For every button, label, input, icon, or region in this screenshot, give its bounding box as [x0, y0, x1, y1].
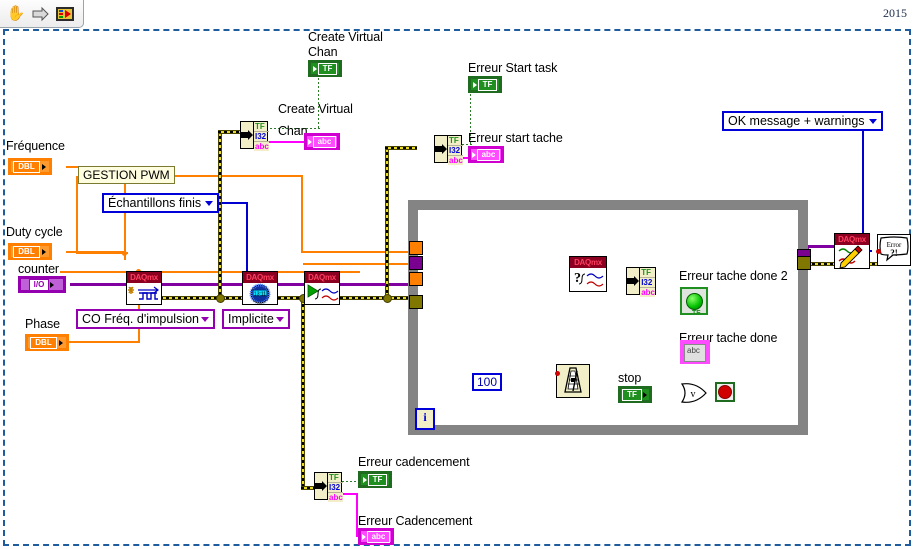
duty-cycle-label: Duty cycle [6, 225, 63, 239]
wire-task-3 [340, 283, 414, 286]
wire-gestion-v2 [301, 175, 303, 253]
hand-tool-icon[interactable]: ✋ [5, 3, 27, 25]
create-virtual-chan-str-label-1: Create Virtual [278, 102, 353, 116]
wire-error-down [301, 298, 305, 488]
wire-error-up-2 [385, 146, 389, 298]
ok-message-warnings-enum[interactable]: OK message + warnings [722, 111, 883, 131]
wire-counter-h [70, 283, 130, 286]
unbundle-arrow-icon [627, 268, 640, 294]
daqmx-timing-node[interactable]: DAQmx 13:11 [242, 271, 278, 305]
labview-block-diagram-window: ✋ 2015 i Fréquence DBL Duty cycle DBL co… [0, 0, 915, 549]
wire-echantillons-v [246, 202, 248, 274]
toolbar: ✋ [0, 0, 84, 28]
unbundle-tache-done[interactable]: TF I32 abc [626, 267, 656, 297]
erreur-cadencement-bool-indicator[interactable]: TF [358, 471, 392, 488]
unbundle-start-task[interactable]: TF I32 abc [434, 135, 463, 165]
wire-junction-err-2 [383, 294, 392, 303]
stop-label: stop [618, 371, 642, 385]
loop-tunnel-orange-2[interactable] [409, 272, 423, 286]
erreur-cadencement-str-indicator[interactable]: abc [358, 528, 394, 545]
wire-gestion-h3 [301, 251, 413, 253]
duty-cycle-terminal[interactable]: DBL [8, 243, 52, 260]
stop-terminal[interactable]: TF [618, 386, 652, 403]
svg-text:13:11: 13:11 [254, 292, 266, 298]
erreur-start-tache-indicator[interactable]: abc [468, 146, 504, 163]
loop-tunnel-orange-1[interactable] [409, 241, 423, 255]
wire-duty-h [66, 251, 126, 253]
wire-error-down-h [301, 486, 315, 490]
loop-conditional-terminal[interactable] [715, 382, 735, 402]
or-gate-node[interactable]: v [680, 382, 708, 403]
counter-label: counter [18, 262, 59, 276]
phase-terminal[interactable]: DBL [25, 334, 69, 351]
erreur-cadencement-str-label: Erreur Cadencement [358, 514, 473, 528]
erreur-tache-done-value: abc [684, 344, 706, 362]
unbundle-arrow-icon [435, 136, 447, 162]
implicite-enum[interactable]: Implicite [222, 309, 290, 329]
wire-str-cvc [266, 141, 304, 143]
led-indicator-dot [685, 292, 703, 310]
run-arrow-icon[interactable] [30, 3, 52, 25]
loop-tunnel-task[interactable] [409, 256, 423, 270]
wire-phase-h [60, 341, 140, 343]
svg-text:v: v [691, 389, 696, 400]
co-freq-impulsion-enum[interactable]: CO Fréq. d'impulsion [76, 309, 216, 329]
echantillons-finis-enum[interactable]: Échantillons finis [102, 193, 220, 213]
unbundle-cadencement[interactable]: TF I32 abc [314, 472, 343, 502]
daqmx-start-task-node[interactable]: DAQmx [304, 271, 340, 305]
daqmx-create-virtual-channel-node[interactable]: DAQmx [126, 271, 162, 305]
daqmx-is-task-done-node[interactable]: DAQmx ? [569, 256, 607, 292]
wait-ms-constant[interactable]: 100 [472, 373, 503, 391]
create-virtual-chan-bool-label-2: Chan [308, 45, 338, 59]
loop-iteration-terminal: i [415, 408, 435, 430]
wire-orange-rail-2 [303, 263, 413, 265]
erreur-start-tache-label: Erreur start tache [468, 131, 563, 145]
frequence-terminal[interactable]: DBL [8, 158, 52, 175]
create-virtual-chan-str-indicator[interactable]: abc [304, 133, 340, 150]
wire-task-2 [278, 283, 306, 286]
wait-input-dot [555, 371, 560, 376]
wire-task-1 [160, 283, 248, 286]
create-virtual-chan-bool-indicator[interactable]: TF [308, 60, 342, 77]
labview-version-label: 2015 [883, 6, 907, 20]
wire-gestion-h2 [163, 175, 303, 177]
wire-task-clear [806, 245, 834, 248]
daqmx-clear-task-node[interactable]: DAQmx [834, 233, 870, 269]
erreur-tache-done-indicator[interactable]: abc [680, 340, 710, 364]
gestion-pwm-constant[interactable]: GESTION PWM [78, 166, 175, 184]
phase-label: Phase [25, 317, 60, 331]
erreur-tache-done-2-type: TF [692, 310, 701, 317]
erreur-start-task-indicator[interactable]: TF [468, 76, 502, 93]
wait-until-next-ms-node[interactable] [555, 364, 590, 398]
wire-error-1 [160, 296, 248, 300]
wire-gestion-v [76, 176, 78, 254]
unbundle-arrow-icon [315, 473, 327, 499]
erreur-start-task-label: Erreur Start task [468, 61, 558, 75]
erreur-cadencement-bool-label: Erreur cadencement [358, 455, 470, 469]
while-loop [408, 200, 808, 435]
wire-error-up-2h [385, 146, 417, 150]
frequence-label: Fréquence [6, 139, 65, 153]
loop-tunnel-error[interactable] [409, 295, 423, 309]
wire-error-3 [340, 296, 418, 300]
error-handler-input-dot [876, 249, 881, 254]
wire-junction-err-1 [216, 294, 225, 303]
vi-icon[interactable] [54, 3, 76, 25]
counter-terminal[interactable]: I/O [18, 276, 66, 293]
unbundle-arrow-icon [241, 122, 253, 148]
svg-text:?!: ?! [890, 248, 898, 258]
create-virtual-chan-bool-label-1: Create Virtual [308, 30, 383, 44]
simple-error-handler-node[interactable]: Error ?! [876, 234, 911, 266]
erreur-tache-done-2-label: Erreur tache done 2 [679, 269, 788, 283]
unbundle-create-virtual-chan[interactable]: TF I32 abc [240, 121, 269, 151]
loop-tunnel-error-out[interactable] [797, 256, 811, 270]
wire-error-up-1 [218, 130, 222, 298]
